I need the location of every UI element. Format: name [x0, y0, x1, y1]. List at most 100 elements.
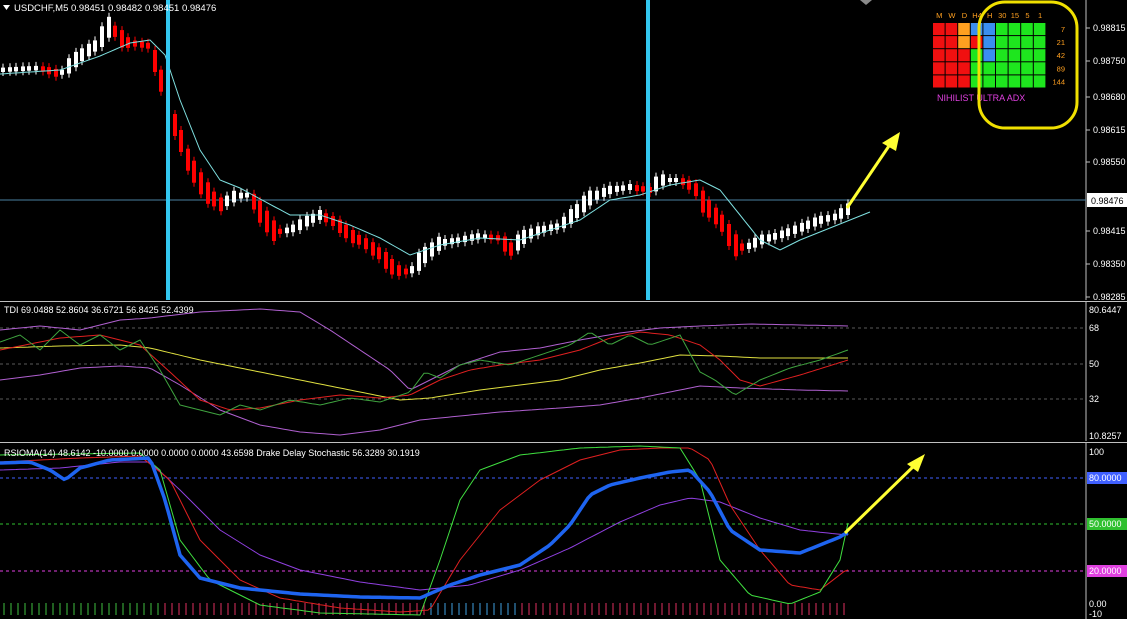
- candle-body: [674, 178, 678, 182]
- chart-menu-icon[interactable]: [3, 5, 10, 10]
- candle-body: [516, 234, 520, 251]
- tdi-level-label: 80.6447: [1089, 305, 1122, 315]
- tdi-pane[interactable]: 80.6447 68 50 32 10.8257 TDI 69.0488 52.8604…: [0, 302, 1122, 441]
- candle-body: [87, 43, 91, 57]
- rsioma-level-label: 0.00: [1089, 599, 1107, 609]
- candle-body: [588, 190, 592, 206]
- price-pane[interactable]: 0.98815 0.98750 0.98680 0.98615 0.98550 0.984…: [0, 0, 1127, 302]
- tdi-upper-band: [0, 308, 849, 390]
- candle-body: [641, 186, 645, 192]
- timeframe-label: M: [936, 11, 942, 20]
- candle-body: [753, 237, 757, 248]
- candle-body: [60, 69, 64, 75]
- matrix-cell: [1008, 62, 1021, 75]
- matrix-cell: [1008, 49, 1021, 62]
- candle-body: [1, 67, 5, 72]
- candle-body: [397, 265, 401, 276]
- matrix-cell: [1008, 36, 1021, 49]
- candle-body: [140, 41, 144, 48]
- matrix-cell: [1021, 49, 1033, 62]
- price-label: 0.98415: [1093, 226, 1126, 236]
- matrix-cell: [996, 36, 1008, 49]
- candle-body: [291, 224, 295, 233]
- matrix-cell: [996, 23, 1008, 36]
- candle-body: [351, 230, 355, 244]
- candle-body: [628, 184, 632, 190]
- candle-body: [833, 213, 837, 221]
- candle-body: [503, 236, 507, 252]
- candle-body: [153, 50, 157, 72]
- matrix-row-label: 89: [1057, 64, 1065, 73]
- candle-body: [364, 238, 368, 250]
- candle-body: [800, 222, 804, 232]
- matrix-cell: [983, 75, 995, 88]
- timeframe-label: W: [948, 11, 956, 20]
- candle-body: [265, 210, 269, 233]
- matrix-cell: [996, 75, 1008, 88]
- tdi-axis: 80.6447 68 50 32 10.8257: [0, 305, 1122, 441]
- candle-body: [146, 42, 150, 49]
- rsioma-level-label: 80.0000: [1089, 473, 1122, 483]
- candle-body: [186, 148, 190, 171]
- candle-body: [819, 215, 823, 224]
- candle-body: [93, 40, 97, 52]
- candle-body: [239, 192, 243, 199]
- candle-body: [206, 182, 210, 204]
- candle-body: [595, 190, 599, 200]
- candle-body: [8, 67, 12, 72]
- matrix-cell: [958, 23, 970, 36]
- tdi-title: TDI 69.0488 52.8604 36.6721 56.8425 52.4…: [4, 305, 194, 315]
- matrix-cell: [933, 75, 945, 88]
- price-axis: 0.98815 0.98750 0.98680 0.98615 0.98550 0.984…: [1086, 23, 1126, 302]
- candle-body: [232, 190, 236, 203]
- candle-body: [582, 195, 586, 213]
- current-price-label: 0.98476: [1091, 196, 1124, 206]
- timeframe-label: 5: [1025, 11, 1029, 20]
- timeframe-label: 1: [1038, 11, 1042, 20]
- session-vertical-line-1: [166, 0, 170, 300]
- candle-body: [839, 208, 843, 219]
- candle-body: [522, 229, 526, 244]
- matrix-cell: [945, 75, 958, 88]
- matrix-row-label: 144: [1052, 77, 1065, 86]
- candle-body: [21, 66, 25, 72]
- trend-arrow-price: [845, 139, 895, 209]
- candle-body: [212, 191, 216, 207]
- tdi-market-base-line: [0, 344, 848, 401]
- matrix-cell: [970, 49, 983, 62]
- candle-body: [760, 234, 764, 245]
- candle-body: [681, 178, 685, 186]
- timeframe-label: H: [987, 11, 992, 20]
- candle-body: [384, 252, 388, 269]
- candle-body: [357, 234, 361, 245]
- price-label: 0.98350: [1093, 259, 1126, 269]
- tdi-level-label: 68: [1089, 323, 1099, 333]
- candle-body: [813, 217, 817, 227]
- matrix-cell: [933, 62, 945, 75]
- matrix-cell: [996, 49, 1008, 62]
- matrix-cell: [945, 36, 958, 49]
- trading-chart[interactable]: 0.98815 0.98750 0.98680 0.98615 0.98550 0.984…: [0, 0, 1127, 619]
- nihilist-adx-matrix: M W D H4 H 30 15 5 17214289144: [933, 11, 1065, 88]
- moving-average-line: [0, 39, 871, 256]
- candle-body: [219, 197, 223, 212]
- candle-body: [173, 114, 177, 136]
- candle-body: [245, 192, 249, 198]
- candle-body: [430, 242, 434, 257]
- matrix-cell: [1008, 23, 1021, 36]
- candle-body: [509, 242, 513, 256]
- candle-body: [113, 25, 117, 37]
- matrix-row-label: 42: [1057, 51, 1065, 60]
- candle-body: [747, 242, 751, 249]
- candle-body: [107, 16, 111, 38]
- candle-body: [100, 26, 104, 47]
- rsioma-level-label: 20.0000: [1089, 566, 1122, 576]
- tdi-level-label: 32: [1089, 394, 1099, 404]
- matrix-cell: [983, 49, 995, 62]
- rsioma-pane[interactable]: 100 80.0000 50.0000 20.0000 0.00-10 RSIOMA(1…: [0, 443, 1127, 619]
- candle-body: [34, 65, 38, 71]
- candle-body: [773, 233, 777, 240]
- trend-arrow-rsi: [843, 460, 920, 535]
- tdi-lower-band: [0, 365, 849, 436]
- matrix-cell: [970, 75, 983, 88]
